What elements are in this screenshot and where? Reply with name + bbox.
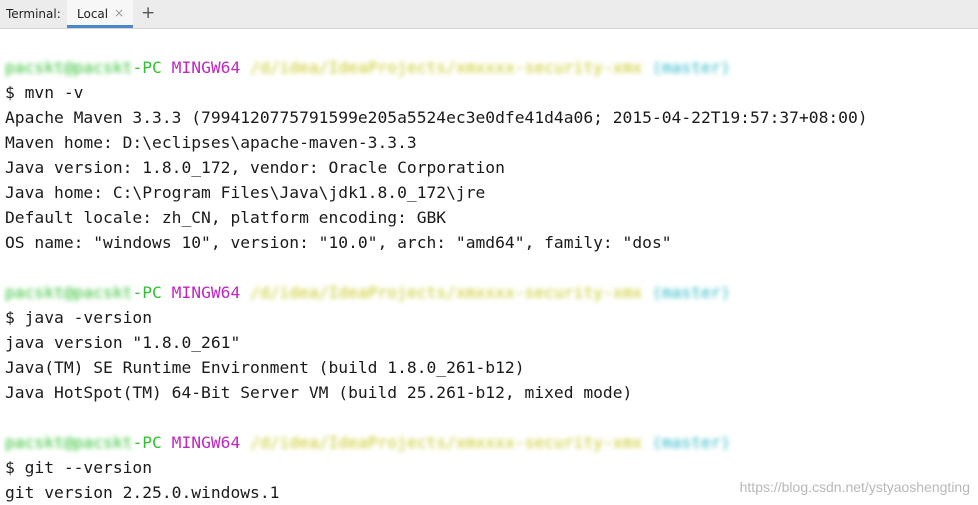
prompt-host-suffix: -PC [132, 58, 162, 77]
output-line: OS name: "windows 10", version: "10.0", … [5, 233, 672, 252]
prompt-branch: (master) [652, 283, 731, 302]
tab-local-label: Local [77, 7, 109, 21]
prompt-path: /d/idea/IdeaProjects/xmxxxx-security-xmx [250, 283, 643, 302]
output-line: Java(TM) SE Runtime Environment (build 1… [5, 358, 525, 377]
prompt-path: /d/idea/IdeaProjects/xmxxxx-security-xmx [250, 58, 643, 77]
prompt-env: MINGW64 [171, 433, 241, 452]
prompt-env: MINGW64 [171, 58, 241, 77]
add-tab-icon[interactable]: + [141, 3, 155, 23]
prompt-user: pacskt@pacskt [5, 283, 133, 302]
prompt-line: pacskt@pacskt-PC MINGW64 /d/idea/IdeaPro… [5, 430, 868, 455]
prompt-host-suffix: -PC [132, 433, 162, 452]
prompt-user: pacskt@pacskt [5, 433, 133, 452]
output-line: Default locale: zh_CN, platform encoding… [5, 208, 447, 227]
command-line: $ git --version [5, 458, 153, 477]
output-line: Java version: 1.8.0_172, vendor: Oracle … [5, 158, 505, 177]
prompt-line: pacskt@pacskt-PC MINGW64 /d/idea/IdeaPro… [5, 280, 868, 305]
terminal-output[interactable]: pacskt@pacskt-PC MINGW64 /d/idea/IdeaPro… [5, 55, 868, 505]
prompt-path: /d/idea/IdeaProjects/xmxxxx-security-xmx [250, 433, 643, 452]
prompt-line: pacskt@pacskt-PC MINGW64 /d/idea/IdeaPro… [5, 55, 868, 80]
close-icon[interactable]: × [114, 6, 124, 20]
prompt-branch: (master) [652, 58, 731, 77]
output-line: java version "1.8.0_261" [5, 333, 241, 352]
prompt-env: MINGW64 [171, 283, 241, 302]
watermark: https://blog.csdn.net/ystyaoshengting [739, 479, 970, 495]
output-line: git version 2.25.0.windows.1 [5, 483, 280, 502]
output-line: Java home: C:\Program Files\Java\jdk1.8.… [5, 183, 486, 202]
output-line: Maven home: D:\eclipses\apache-maven-3.3… [5, 133, 417, 152]
command-line: $ mvn -v [5, 83, 84, 102]
command-line: $ java -version [5, 308, 153, 327]
prompt-user: pacskt@pacskt [5, 58, 133, 77]
prompt-host-suffix: -PC [132, 283, 162, 302]
output-line: Apache Maven 3.3.3 (7994120775791599e205… [5, 108, 868, 127]
terminal-label: Terminal: [6, 7, 61, 21]
terminal-tab-bar: Terminal: Local × + [0, 0, 978, 29]
tab-local[interactable]: Local × [67, 0, 133, 28]
prompt-branch: (master) [652, 433, 731, 452]
output-line: Java HotSpot(TM) 64-Bit Server VM (build… [5, 383, 633, 402]
